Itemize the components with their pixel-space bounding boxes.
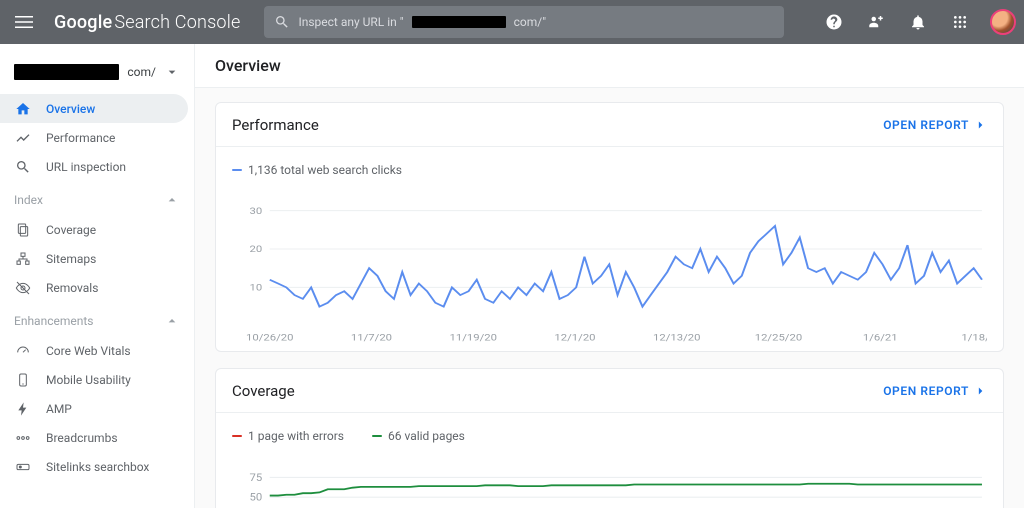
bolt-icon <box>14 401 32 417</box>
coverage-legend: 1 page with errors 66 valid pages <box>232 429 987 443</box>
chevron-down-icon <box>164 64 180 80</box>
property-suffix: com/ <box>127 65 156 79</box>
chevron-right-icon <box>973 384 987 398</box>
sidebar-item-label: Mobile Usability <box>46 373 131 387</box>
sidebar-item-cwv[interactable]: Core Web Vitals <box>0 336 188 365</box>
svg-text:10/26/20: 10/26/20 <box>246 332 294 344</box>
copy-icon <box>14 222 32 238</box>
brand-product: Search Console <box>114 12 240 33</box>
notifications-icon[interactable] <box>902 6 934 38</box>
sidebar-item-label: Core Web Vitals <box>46 344 131 358</box>
search-icon <box>14 159 32 175</box>
sidebar-item-sitelinks[interactable]: Sitelinks searchbox <box>0 452 188 481</box>
page-title: Overview <box>195 44 1024 88</box>
sidebar-item-label: AMP <box>46 402 72 416</box>
apps-grid-icon[interactable] <box>944 6 976 38</box>
home-icon <box>14 101 32 117</box>
svg-text:1/18/21: 1/18/21 <box>961 332 987 344</box>
hamburger-menu-icon[interactable] <box>8 6 40 38</box>
chevron-up-icon <box>164 192 180 208</box>
sidebar-section-index[interactable]: Index <box>0 185 194 215</box>
content-area: Overview Performance OPEN REPORT 1,136 t… <box>195 44 1024 508</box>
performance-legend: 1,136 total web search clicks <box>232 163 987 177</box>
performance-chart: 10 20 30 10/26/20 11/7/20 11/19/20 12/1/20 12/1… <box>232 185 987 345</box>
chevron-up-icon <box>164 313 180 329</box>
coverage-card-title: Coverage <box>232 382 883 400</box>
sidebar: com/ Overview Performance URL inspection… <box>0 44 195 508</box>
svg-text:1/6/21: 1/6/21 <box>863 332 898 344</box>
redacted-property <box>14 64 119 80</box>
svg-text:12/1/20: 12/1/20 <box>554 332 595 344</box>
sidebar-item-label: Coverage <box>46 223 96 237</box>
sidebar-item-amp[interactable]: AMP <box>0 394 188 423</box>
sidebar-item-url-inspection[interactable]: URL inspection <box>0 152 188 181</box>
svg-text:75: 75 <box>249 471 262 483</box>
sidebar-item-mobile[interactable]: Mobile Usability <box>0 365 188 394</box>
sidebar-item-overview[interactable]: Overview <box>0 94 188 123</box>
url-inspect-search[interactable]: Inspect any URL in " com/" <box>264 6 784 38</box>
trend-icon <box>14 130 32 146</box>
speedometer-icon <box>14 343 32 359</box>
svg-text:12/25/20: 12/25/20 <box>755 332 803 344</box>
coverage-chart: 507510/26/2011/7/2011/19/2012/1/2012/13/… <box>232 451 987 508</box>
sidebar-item-label: Removals <box>46 281 98 295</box>
sidebar-item-sitemaps[interactable]: Sitemaps <box>0 244 188 273</box>
sidebar-item-removals[interactable]: Removals <box>0 273 188 302</box>
open-performance-report-link[interactable]: OPEN REPORT <box>883 118 987 132</box>
brand-google: Google <box>54 12 112 33</box>
property-selector[interactable]: com/ <box>0 50 194 94</box>
users-icon[interactable] <box>860 6 892 38</box>
search-placeholder-suffix: com/" <box>514 15 546 29</box>
header-bar: Google Search Console Inspect any URL in… <box>0 0 1024 44</box>
search-box-icon <box>14 459 32 475</box>
svg-text:30: 30 <box>249 205 262 217</box>
svg-text:12/13/20: 12/13/20 <box>653 332 701 344</box>
sidebar-item-coverage[interactable]: Coverage <box>0 215 188 244</box>
svg-text:11/7/20: 11/7/20 <box>351 332 392 344</box>
sidebar-item-label: Sitemaps <box>46 252 96 266</box>
brand: Google Search Console <box>54 12 240 33</box>
performance-card: Performance OPEN REPORT 1,136 total web … <box>215 102 1004 352</box>
sidebar-item-breadcrumbs[interactable]: Breadcrumbs <box>0 423 188 452</box>
search-icon <box>274 14 290 30</box>
help-icon[interactable] <box>818 6 850 38</box>
performance-card-title: Performance <box>232 116 883 134</box>
sitemap-icon <box>14 251 32 267</box>
sidebar-item-label: Performance <box>46 131 115 145</box>
svg-text:10: 10 <box>249 281 262 293</box>
redacted-domain <box>412 16 506 28</box>
svg-text:11/19/20: 11/19/20 <box>449 332 497 344</box>
chevron-right-icon <box>973 118 987 132</box>
sidebar-item-performance[interactable]: Performance <box>0 123 188 152</box>
coverage-card: Coverage OPEN REPORT 1 page with errors … <box>215 368 1004 508</box>
phone-icon <box>14 372 32 388</box>
inspect-url-input[interactable] <box>554 15 774 29</box>
svg-text:20: 20 <box>249 243 262 255</box>
sidebar-item-label: Sitelinks searchbox <box>46 460 149 474</box>
account-avatar[interactable] <box>990 9 1016 35</box>
sidebar-item-label: URL inspection <box>46 160 126 174</box>
open-coverage-report-link[interactable]: OPEN REPORT <box>883 384 987 398</box>
sidebar-item-label: Overview <box>46 102 95 116</box>
sidebar-item-label: Breadcrumbs <box>46 431 118 445</box>
eye-off-icon <box>14 280 32 296</box>
breadcrumb-icon <box>14 430 32 446</box>
search-placeholder-prefix: Inspect any URL in " <box>298 15 403 29</box>
svg-text:50: 50 <box>249 491 262 503</box>
sidebar-section-enhancements[interactable]: Enhancements <box>0 306 194 336</box>
